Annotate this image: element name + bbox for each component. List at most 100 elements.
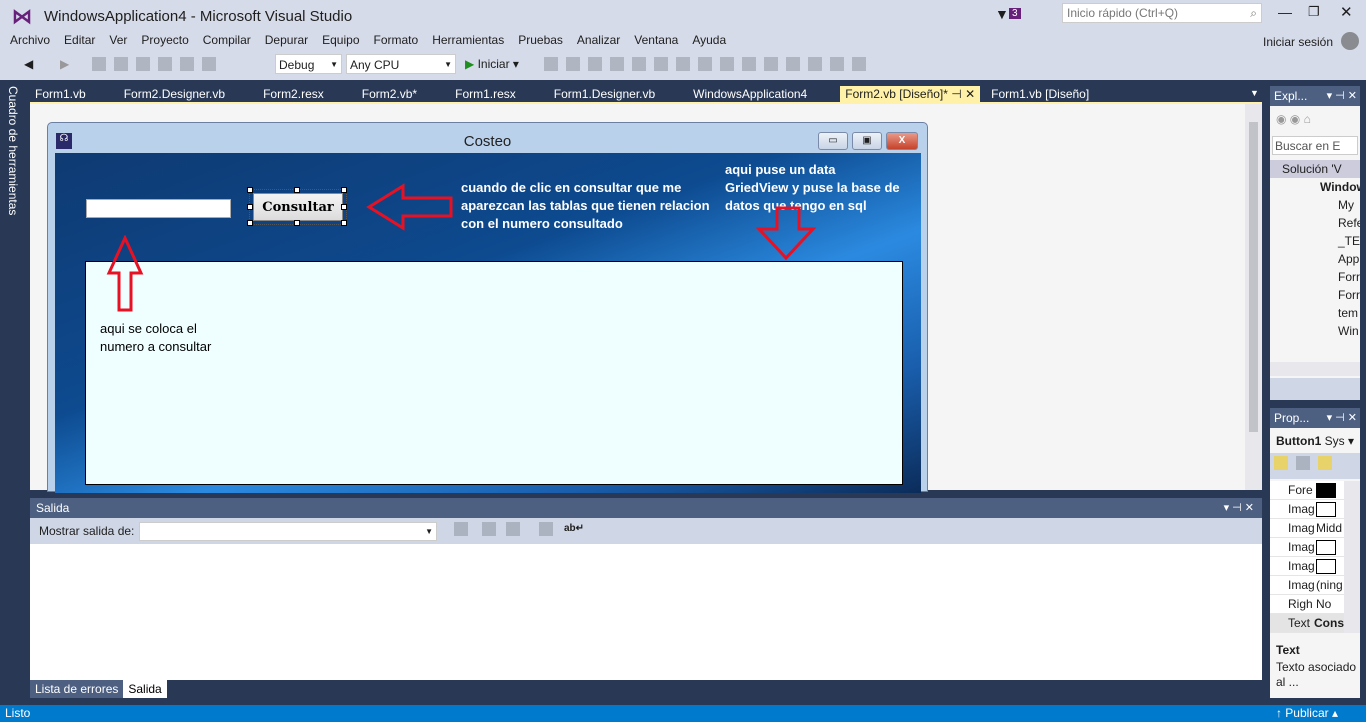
property-row[interactable]: Imag: [1270, 557, 1344, 576]
tab-form2-design[interactable]: Form2.vb [Diseño]* ⊣ ✕: [840, 86, 981, 103]
redo-icon[interactable]: [202, 57, 216, 71]
notification-badge[interactable]: 3: [1009, 8, 1021, 19]
panel-controls-icon[interactable]: ▾ ⊣ ✕: [1327, 86, 1357, 106]
word-wrap-icon[interactable]: ab↵: [564, 523, 584, 534]
object-selector[interactable]: Button1 Sys ▾: [1276, 434, 1354, 448]
tab-error-list[interactable]: Lista de errores: [30, 680, 124, 698]
resize-handle[interactable]: [294, 220, 300, 226]
center-icon[interactable]: [786, 57, 800, 71]
data-grid-view[interactable]: [85, 261, 903, 485]
explorer-tabs[interactable]: [1270, 378, 1360, 400]
menu-pruebas[interactable]: Pruebas: [518, 33, 571, 47]
panel-controls-icon[interactable]: ▾ ⊣ ✕: [1327, 408, 1357, 428]
scrollbar-thumb[interactable]: [1249, 122, 1258, 432]
next-message-icon[interactable]: [506, 522, 520, 536]
menu-formato[interactable]: Formato: [374, 33, 427, 47]
properties-icon[interactable]: [1318, 456, 1332, 470]
horizontal-scrollbar[interactable]: [1270, 362, 1360, 376]
resize-handle[interactable]: [341, 187, 347, 193]
publish-button[interactable]: ↑ Publicar ▴: [1276, 705, 1338, 722]
property-row[interactable]: Imag Midd: [1270, 519, 1344, 538]
property-row[interactable]: Fore: [1270, 481, 1344, 500]
tree-item[interactable]: Win: [1270, 322, 1360, 340]
restore-button[interactable]: ❐: [1308, 4, 1320, 20]
open-icon[interactable]: [114, 57, 128, 71]
tree-item[interactable]: Forr: [1270, 268, 1360, 286]
form-costeo[interactable]: ☊ Costeo ▭ ▣ X Consultar cuando de clic …: [47, 122, 928, 493]
tab-form1-resx[interactable]: Form1.resx: [450, 86, 521, 103]
configuration-select[interactable]: Debug ▼: [275, 54, 342, 74]
pin-icon[interactable]: ⊣: [951, 87, 961, 101]
center-icon[interactable]: [808, 57, 822, 71]
tab-form2-vb[interactable]: Form2.vb*: [357, 86, 422, 103]
panel-controls-icon[interactable]: ▾ ⊣ ✕: [1224, 498, 1254, 518]
tree-item[interactable]: tem: [1270, 304, 1360, 322]
resize-handle[interactable]: [247, 187, 253, 193]
resize-handle[interactable]: [247, 204, 253, 210]
consultar-button[interactable]: Consultar: [249, 189, 347, 225]
resize-handle[interactable]: [294, 187, 300, 193]
spacing-icon[interactable]: [742, 57, 756, 71]
save-all-icon[interactable]: [158, 57, 172, 71]
menu-depurar[interactable]: Depurar: [265, 33, 316, 47]
tree-item[interactable]: App: [1270, 250, 1360, 268]
previous-message-icon[interactable]: [482, 522, 496, 536]
spacing-icon[interactable]: [720, 57, 734, 71]
solution-search-input[interactable]: Buscar en E: [1272, 136, 1358, 155]
tree-item[interactable]: My: [1270, 196, 1360, 214]
tab-output[interactable]: Salida: [123, 680, 167, 698]
undo-icon[interactable]: [180, 57, 194, 71]
resize-handle[interactable]: [341, 204, 347, 210]
tab-overflow-icon[interactable]: ▼: [1250, 88, 1259, 98]
align-icon[interactable]: [654, 57, 668, 71]
align-icon[interactable]: [676, 57, 690, 71]
tab-form1-designer-vb[interactable]: Form1.Designer.vb: [549, 86, 660, 103]
menu-ayuda[interactable]: Ayuda: [692, 33, 734, 47]
filter-icon[interactable]: ▼: [995, 6, 1009, 22]
close-tab-icon[interactable]: ✕: [965, 87, 975, 101]
tab-form1-design[interactable]: Form1.vb [Diseño]: [986, 86, 1094, 103]
alphabetical-icon[interactable]: [1296, 456, 1310, 470]
property-row[interactable]: Righ No: [1270, 595, 1344, 614]
resize-handle[interactable]: [341, 220, 347, 226]
tab-form2-resx[interactable]: Form2.resx: [258, 86, 329, 103]
tab-form1-vb[interactable]: Form1.vb: [30, 86, 91, 103]
toolbox-tab[interactable]: Cuadro de herramientas: [6, 86, 20, 215]
property-row[interactable]: Imag: [1270, 538, 1344, 557]
menu-compilar[interactable]: Compilar: [203, 33, 259, 47]
menu-proyecto[interactable]: Proyecto: [141, 33, 196, 47]
close-button[interactable]: ✕: [1340, 3, 1353, 21]
spacing-icon[interactable]: [698, 57, 712, 71]
forward-icon[interactable]: ▶: [60, 54, 69, 74]
find-message-icon[interactable]: [454, 522, 468, 536]
find-icon[interactable]: [544, 57, 558, 71]
save-icon[interactable]: [136, 57, 150, 71]
send-back-icon[interactable]: [852, 57, 866, 71]
tree-item[interactable]: Window: [1270, 178, 1360, 196]
resize-handle[interactable]: [247, 220, 253, 226]
nav-icons[interactable]: ◉ ◉ ⌂: [1276, 112, 1311, 126]
tree-item[interactable]: Forr: [1270, 286, 1360, 304]
tree-item[interactable]: _TES: [1270, 232, 1360, 250]
property-scrollbar[interactable]: [1344, 481, 1360, 633]
align-icon[interactable]: [610, 57, 624, 71]
clear-all-icon[interactable]: [539, 522, 553, 536]
output-source-select[interactable]: ▼: [139, 522, 437, 541]
menu-ventana[interactable]: Ventana: [634, 33, 686, 47]
tab-form2-designer-vb[interactable]: Form2.Designer.vb: [119, 86, 230, 103]
align-icon[interactable]: [588, 57, 602, 71]
start-button[interactable]: ▶ Iniciar ▾: [465, 54, 519, 74]
spacing-icon[interactable]: [764, 57, 778, 71]
categorized-icon[interactable]: [1274, 456, 1288, 470]
property-row[interactable]: Imag: [1270, 500, 1344, 519]
menu-editar[interactable]: Editar: [64, 33, 103, 47]
back-icon[interactable]: ◀: [24, 54, 33, 74]
minimize-button[interactable]: —: [1278, 4, 1292, 20]
bring-front-icon[interactable]: [830, 57, 844, 71]
align-icon[interactable]: [632, 57, 646, 71]
platform-select[interactable]: Any CPU ▼: [346, 54, 456, 74]
menu-archivo[interactable]: Archivo: [10, 33, 58, 47]
sign-in-link[interactable]: Iniciar sesión: [1263, 35, 1333, 49]
menu-ver[interactable]: Ver: [109, 33, 135, 47]
number-textbox[interactable]: [86, 199, 231, 218]
